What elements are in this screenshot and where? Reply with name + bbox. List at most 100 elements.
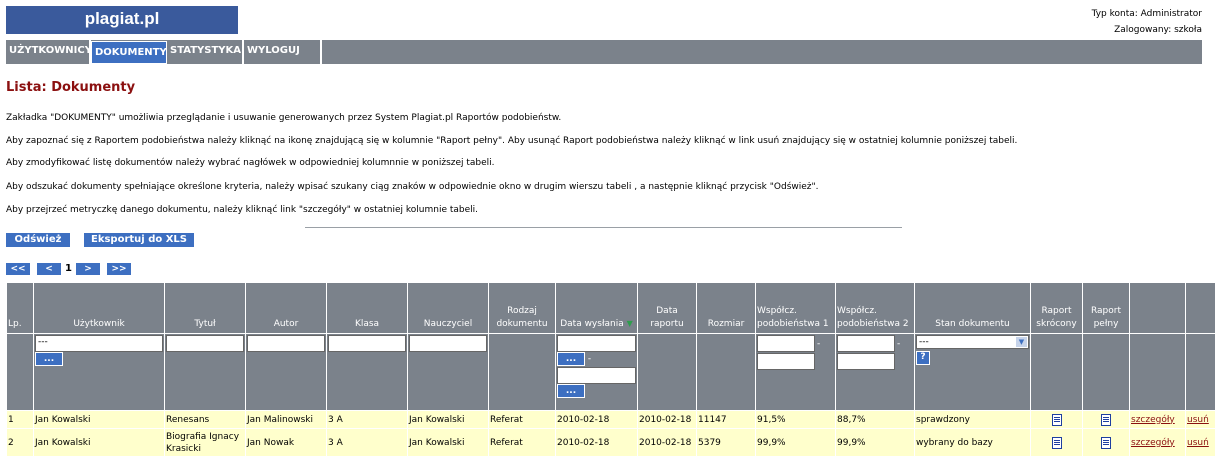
table-row: 1 Jan Kowalski Renesans Jan Malinowski 3…	[6, 410, 1216, 429]
filter-cell-size	[696, 333, 756, 411]
help-text-1: Zakładka "DOKUMENTY" umożliwia przegląda…	[6, 113, 562, 123]
col-header-author[interactable]: Autor	[245, 282, 327, 334]
col-header-coef2[interactable]: Współcz. podobieństwa 2	[835, 282, 915, 334]
filter-cell-teacher	[407, 333, 489, 411]
short-report-document-icon[interactable]	[1051, 413, 1062, 426]
date-range-dash: -	[587, 354, 592, 364]
filter-cell-author	[245, 333, 327, 411]
cell-full-report	[1082, 428, 1130, 457]
pager-first-button[interactable]: <<	[6, 263, 30, 275]
author-filter-input[interactable]	[247, 335, 325, 352]
cell-full-report	[1082, 410, 1130, 429]
cell-size: 5379	[696, 428, 756, 457]
state-filter-value: ---	[919, 337, 929, 347]
nav-item-documents[interactable]: DOKUMENTY	[91, 41, 167, 64]
coef1-from-input[interactable]	[757, 335, 815, 352]
account-type: Typ konta: Administrator	[1091, 9, 1202, 19]
sent-date-from-input[interactable]	[557, 335, 636, 352]
cell-author: Jan Nowak	[245, 428, 327, 457]
class-filter-input[interactable]	[328, 335, 406, 352]
col-header-coef1[interactable]: Współcz. podobieństwa 1	[755, 282, 836, 334]
coef2-range-dash: -	[897, 338, 901, 349]
cell-author: Jan Malinowski	[245, 410, 327, 429]
date-from-picker-button[interactable]: ...	[557, 352, 585, 366]
filter-cell-coef2: -	[835, 333, 915, 411]
col-header-lp[interactable]: Lp.	[6, 282, 34, 334]
coef2-range: -	[837, 335, 913, 352]
col-header-teacher[interactable]: Nauczyciel	[407, 282, 489, 334]
nav-item-users[interactable]: UŻYTKOWNICY	[6, 40, 92, 64]
col-header-size[interactable]: Rozmiar	[696, 282, 756, 334]
help-icon[interactable]: ?	[916, 351, 930, 365]
user-filter-input[interactable]: ---	[35, 335, 163, 352]
sent-date-label: Data wysłania	[560, 319, 624, 329]
pager-prev-button[interactable]: <	[37, 263, 61, 275]
teacher-filter-input[interactable]	[409, 335, 487, 352]
coef1-range-dash: -	[817, 338, 821, 349]
col-header-title[interactable]: Tytuł	[164, 282, 246, 334]
cell-class: 3 A	[326, 410, 408, 429]
cell-class: 3 A	[326, 428, 408, 457]
account-info: Typ konta: Administrator Zalogowany: szk…	[1092, 6, 1202, 38]
app-logo[interactable]: plagiat.pl	[6, 6, 238, 34]
col-header-report-date[interactable]: Data raportu	[637, 282, 697, 334]
state-filter-select[interactable]: --- ▼	[916, 335, 1029, 349]
export-xls-button[interactable]: Eksportuj do XLS	[84, 233, 194, 247]
help-text-3: Aby zmodyfikować listę dokumentów należy…	[6, 158, 495, 168]
filter-cell-title	[164, 333, 246, 411]
title-filter-input[interactable]	[166, 335, 244, 352]
cell-doc-type: Referat	[488, 410, 556, 429]
coef1-to-input[interactable]	[757, 353, 815, 370]
short-report-document-icon[interactable]	[1051, 436, 1062, 449]
delete-link[interactable]: usuń	[1187, 415, 1209, 425]
col-header-full-report: Raport pełny	[1082, 282, 1130, 334]
cell-coef2: 88,7%	[835, 410, 915, 429]
delete-link[interactable]: usuń	[1187, 438, 1209, 448]
table-row: 2 Jan Kowalski Biografia Ignacy Krasicki…	[6, 428, 1216, 457]
pager-next-button[interactable]: >	[76, 263, 100, 275]
sent-date-to-input[interactable]	[557, 367, 636, 384]
cell-user: Jan Kowalski	[33, 410, 165, 429]
col-header-class[interactable]: Klasa	[326, 282, 408, 334]
cell-coef1: 91,5%	[755, 410, 836, 429]
cell-coef2: 99,9%	[835, 428, 915, 457]
col-header-doc-type[interactable]: Rodzaj dokumentu	[488, 282, 556, 334]
cell-short-report	[1030, 410, 1083, 429]
cell-delete: usuń	[1185, 428, 1216, 457]
date-to-picker-button[interactable]: ...	[557, 384, 585, 398]
nav-item-statistics[interactable]: STATYSTYKA	[167, 40, 244, 64]
coef2-from-input[interactable]	[837, 335, 895, 352]
full-report-document-icon[interactable]	[1101, 413, 1111, 426]
cell-state: wybrany do bazy	[914, 428, 1031, 457]
coef2-to-input[interactable]	[837, 353, 895, 370]
cell-delete: usuń	[1185, 410, 1216, 429]
cell-title: Biografia Ignacy Krasicki	[164, 428, 246, 457]
coef1-range: -	[757, 335, 834, 352]
help-text-5: Aby przejrzeć metryczkę danego dokumentu…	[6, 205, 478, 215]
help-text-4: Aby odszukać dokumenty spełniające okreś…	[6, 182, 819, 192]
full-report-document-icon[interactable]	[1101, 436, 1111, 449]
cell-short-report	[1030, 428, 1083, 457]
refresh-button[interactable]: Odśwież	[6, 233, 70, 247]
details-link[interactable]: szczegóły	[1131, 415, 1175, 425]
cell-report-date: 2010-02-18	[637, 428, 697, 457]
divider	[305, 227, 902, 228]
pager-last-button[interactable]: >>	[107, 263, 131, 275]
filter-cell-doc-type	[488, 333, 556, 411]
filter-cell-coef1: -	[755, 333, 836, 411]
cell-title: Renesans	[164, 410, 246, 429]
cell-user: Jan Kowalski	[33, 428, 165, 457]
logged-in-user: Zalogowany: szkoła	[1114, 25, 1202, 35]
nav-item-logout[interactable]: WYLOGUJ SIĘ	[244, 40, 322, 78]
col-header-user[interactable]: Użytkownik	[33, 282, 165, 334]
filter-cell-class	[326, 333, 408, 411]
filter-cell-sent-date: ... - ...	[555, 333, 638, 411]
col-header-short-report: Raport skrócony	[1030, 282, 1083, 334]
details-link[interactable]: szczegóły	[1131, 438, 1175, 448]
page-title: Lista: Dokumenty	[6, 80, 136, 95]
filter-cell-details	[1129, 333, 1186, 411]
user-picker-button[interactable]: ...	[35, 352, 63, 366]
col-header-state[interactable]: Stan dokumentu	[914, 282, 1031, 334]
col-header-sent-date[interactable]: Data wysłania ▼	[555, 282, 638, 334]
cell-lp: 2	[6, 428, 34, 457]
